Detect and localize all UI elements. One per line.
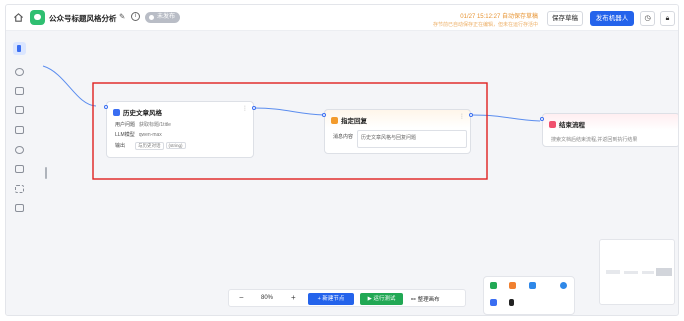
node-history-title: 历史文章风格 [123,110,162,117]
workflow-window: 公众号标题风格分析 ⌄ ✎ i 未发布 01/27 15:12:27 自动保存草… [5,4,679,316]
tool-orange-icon[interactable] [509,282,516,289]
node-reply-title: 指定回复 [341,118,367,125]
output-port[interactable] [252,106,256,110]
add-node-button[interactable]: + 新建节点 [308,293,354,305]
row-value: 获取标题/1title [139,122,171,128]
minimap[interactable] [599,239,675,305]
tool-bookmark-icon[interactable] [509,299,514,306]
tool-blue-icon[interactable] [529,282,536,289]
edge-reply-end [471,114,541,122]
node-reply-header: 指定回复 [331,115,367,125]
edge-history-reply [253,107,325,116]
edge-start-history [42,65,97,107]
node-end-title: 结束流程 [559,122,585,129]
row-label: LLM模型 [115,132,135,138]
tool-book-icon[interactable] [490,299,497,306]
zoom-in-button[interactable]: + [291,293,296,302]
tidy-canvas-button[interactable]: ⚯ 整理画布 [411,295,440,303]
node-end-desc: 搜索文档后结束流程,并返回到执行结果 [551,137,638,143]
node-menu-icon[interactable]: ⋮ [459,113,465,120]
node-menu-icon[interactable]: ⋮ [242,105,248,112]
row-label: 用户问题 [115,122,136,128]
run-test-button[interactable]: ▶ 运行测试 [360,293,403,305]
message-content-value: 历史文章风格与回复问题 [361,135,417,141]
node-end-flow[interactable]: 结束流程 搜索文档后结束流程,并返回到执行结果 [540,113,678,147]
node-history-style[interactable]: 历史文章风格 ⋮ 用户问题 获取标题/1title LLM模型 qwen-max 输… [104,101,256,158]
tool-green-icon[interactable] [490,282,497,289]
canvas-controls: − 80% + + 新建节点 ▶ 运行测试 ⚯ 整理画布 [228,289,466,307]
zoom-out-button[interactable]: − [239,293,244,302]
input-port[interactable] [104,105,108,109]
llm-icon [113,109,120,116]
output-type-tag: (string) [165,142,186,149]
message-content-input[interactable]: 历史文章风格与回复问题 [357,130,467,148]
row-value: qwen-max [138,132,162,138]
reply-icon [331,117,338,124]
minimap-preview-icon [606,268,672,276]
connection-lines [42,65,541,180]
zoom-level: 80% [261,295,274,301]
output-port[interactable] [469,113,473,117]
node-specified-reply[interactable]: 指定回复 ⋮ 消息内容 历史文章风格与回复问题 [322,109,473,154]
row-label: 输出 [115,143,126,149]
tool-palette [483,276,575,315]
node-history-header: 历史文章风格 [113,107,162,117]
node-end-header: 结束流程 [549,119,585,129]
input-port[interactable] [540,117,544,121]
tidy-icon: ⚯ [411,297,416,303]
tidy-label: 整理画布 [417,297,440,303]
node-history-row: LLM模型 qwen-max [115,131,162,138]
node-history-row: 用户问题 获取标题/1title [115,121,171,128]
input-port[interactable] [322,113,326,117]
node-reply-field-label: 消息内容 [333,134,354,140]
end-icon [549,121,556,128]
output-tag: 与历史对话 [135,142,164,150]
tool-bluetooth-icon[interactable] [560,282,567,289]
node-history-row: 输出 与历史对话 (string) [115,142,186,150]
